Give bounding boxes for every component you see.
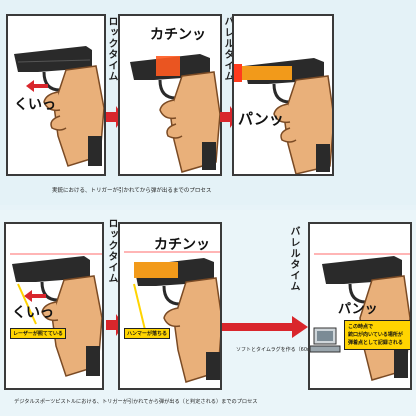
result-note: この時点で 銃口が向いている場所が 弾着点として記録される xyxy=(344,320,410,350)
pistol-hand-illustration xyxy=(234,58,332,174)
bottom-panel-3: パンッ この時点で 銃口が向いている場所が 弾着点として記録される xyxy=(308,222,412,390)
laser-tag: レーザーが照てている xyxy=(10,328,66,339)
sfx-kui: くいっ xyxy=(14,97,56,113)
arrow-note: ソフトとタイムラグを作る（60ms） xyxy=(236,347,320,353)
lock-time-label: ロックタイム xyxy=(106,16,117,82)
result-note-line1: この時点で xyxy=(348,324,374,330)
bottom-panel-1: くいっ レーザーが照てている xyxy=(4,222,104,390)
top-panel-2: カチンッ xyxy=(118,14,222,176)
hammer-tag: ハンマーが落ちる xyxy=(124,328,171,339)
result-note-line3: 弾着点として記録される xyxy=(348,340,403,346)
top-panel-1: くいっ xyxy=(6,14,106,176)
sfx-kui: くいっ xyxy=(12,305,54,321)
lock-time-label: ロックタイム xyxy=(106,218,117,284)
bottom-caption: デジタルスポーツピストルにおける、トリガーが引かれてから弾が出る（と判定される）… xyxy=(14,399,258,405)
result-note-line2: 銃口が向いている場所が xyxy=(348,332,403,338)
sfx-kachin: カチンッ xyxy=(150,27,206,43)
top-caption: 実銃における、トリガーが引かれてから弾が出るまでのプロセス xyxy=(52,188,212,194)
sfx-pan: パンッ xyxy=(238,110,284,128)
long-arrow-right-icon xyxy=(222,316,308,338)
bottom-panel-2: カチンッ ハンマーが落ちる xyxy=(118,222,222,390)
barrel-time-label: バレルタイム xyxy=(288,226,299,292)
sfx-kachin: カチンッ xyxy=(154,237,210,253)
sfx-pan: パンッ xyxy=(338,302,378,317)
top-panel-3: パンッ xyxy=(232,14,334,176)
